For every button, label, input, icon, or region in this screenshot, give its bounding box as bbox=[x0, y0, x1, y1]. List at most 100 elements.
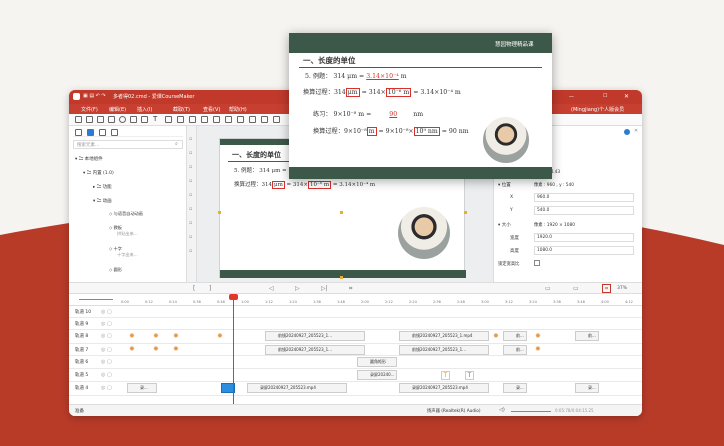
track-visibility-icon[interactable]: ◎ ▢ bbox=[101, 372, 112, 378]
library-search-box[interactable]: 搜索元素... ⌕ bbox=[73, 140, 183, 149]
tab-components-icon[interactable] bbox=[75, 129, 82, 136]
strip-icon-3[interactable]: ▫ bbox=[189, 164, 192, 170]
track5-clip[interactable]: 录屏20240... bbox=[357, 370, 397, 380]
next-frame-icon[interactable]: ▷| bbox=[321, 285, 328, 292]
track-row-5[interactable]: 轨道 5 ◎ ▢ 录屏20240... T T bbox=[69, 369, 642, 382]
tree-item-voice-anim[interactable]: ◇ 与语音自动动画 bbox=[109, 211, 143, 217]
tree-item-board[interactable]: ◇ 教板 拼贴出来... bbox=[109, 225, 138, 237]
effect-tool-icon[interactable] bbox=[237, 116, 244, 123]
info-icon[interactable] bbox=[624, 129, 630, 135]
zoom-out-icon[interactable]: ▭ bbox=[545, 285, 551, 292]
effect-sun-icon[interactable]: ✹ bbox=[129, 346, 136, 353]
effect-sun-icon[interactable]: ✹ bbox=[173, 333, 180, 340]
tree-item-function[interactable]: ▸ 🗀 功能 bbox=[93, 183, 112, 191]
menu-file[interactable]: 文件(F) bbox=[81, 106, 98, 113]
track6-clip-rect[interactable]: 圆角矩形 bbox=[357, 357, 397, 367]
play-icon[interactable]: ▷ bbox=[295, 285, 300, 292]
text-clip-icon-2[interactable]: T bbox=[465, 371, 474, 380]
bracket-right-icon[interactable]: ] bbox=[209, 285, 211, 292]
video-tool-icon[interactable] bbox=[201, 116, 208, 123]
track8-clip-2[interactable]: 前镜20240927_205523_1.mp4 bbox=[399, 331, 489, 341]
track-row-9[interactable]: 轨道 9 ◎ ▢ bbox=[69, 318, 642, 330]
panel-close-icon[interactable]: ✕ bbox=[634, 128, 638, 134]
tree-item-local[interactable]: ▾ 🗀 本地组件 bbox=[75, 155, 103, 163]
track-visibility-icon[interactable]: ◎ ▢ bbox=[101, 309, 112, 315]
text-clip-icon[interactable]: T bbox=[441, 371, 450, 380]
close-icon[interactable]: ✕ bbox=[624, 93, 629, 100]
track8-clip-3[interactable]: 前... bbox=[503, 331, 527, 341]
track-visibility-icon[interactable]: ◎ ▢ bbox=[101, 333, 112, 339]
menu-capture[interactable]: 截取(T) bbox=[173, 106, 190, 113]
effect-sun-icon[interactable]: ✹ bbox=[173, 346, 180, 353]
strip-icon-5[interactable]: ▫ bbox=[189, 192, 192, 198]
menu-view[interactable]: 查看(V) bbox=[203, 106, 220, 113]
effect-sun-icon[interactable]: ✹ bbox=[535, 333, 542, 340]
track-row-10[interactable]: 轨道 10 ◎ ▢ bbox=[69, 306, 642, 318]
playhead-line[interactable] bbox=[233, 294, 234, 404]
audio-tool-icon[interactable] bbox=[189, 116, 196, 123]
selection-handle-right[interactable] bbox=[464, 211, 467, 214]
track4-clip-1[interactable]: 录... bbox=[127, 383, 157, 393]
export-tool-icon[interactable] bbox=[261, 116, 268, 123]
share-tool-icon[interactable] bbox=[273, 116, 280, 123]
tab-effects-icon[interactable] bbox=[111, 129, 118, 136]
strip-icon-9[interactable]: ▫ bbox=[189, 248, 192, 254]
volume-icon[interactable]: ◁) bbox=[499, 407, 505, 413]
track4-clip-4[interactable]: 录... bbox=[503, 383, 527, 393]
audio-device-select[interactable]: 扬声器 (Realtek(R) Audio) bbox=[427, 408, 481, 414]
volume-slider[interactable] bbox=[511, 411, 551, 412]
camera-tool-icon[interactable] bbox=[97, 116, 104, 123]
tab-templates-icon[interactable] bbox=[99, 129, 106, 136]
tab-media-icon[interactable] bbox=[87, 129, 94, 136]
user-info[interactable]: (Mingjiang)个人版会员 bbox=[571, 106, 624, 113]
text-tool-icon[interactable]: T bbox=[153, 116, 160, 123]
table-tool-icon[interactable] bbox=[165, 116, 172, 123]
effect-sun-icon[interactable]: ✹ bbox=[129, 333, 136, 340]
selection-handle-bottom[interactable] bbox=[340, 276, 343, 279]
track-row-7[interactable]: 轨道 7 ◎ ▢ ✹ ✹ ✹ 前镜20240927_205523_1... 前镜2… bbox=[69, 344, 642, 356]
quick-toolbar-icons[interactable]: ▣ ▤ ↶ ↷ bbox=[83, 93, 106, 99]
snap-toggle-icon[interactable]: ⌗ bbox=[602, 284, 611, 293]
zoom-in-icon[interactable]: ▭ bbox=[573, 285, 579, 292]
selection-handle[interactable] bbox=[340, 211, 343, 214]
strip-icon-4[interactable]: ▫ bbox=[189, 178, 192, 184]
maximize-icon[interactable]: ☐ bbox=[603, 93, 607, 99]
track-visibility-icon[interactable]: ◎ ▢ bbox=[101, 385, 112, 391]
tree-item-circle[interactable]: ◇ 圆形 bbox=[109, 267, 122, 273]
tree-item-builtin[interactable]: ▾ 🗀 内置 (1.0) bbox=[83, 169, 114, 177]
track-row-4[interactable]: 轨道 4 ◎ ▢ 录... 录屏20240927_205523.mp4 录屏202… bbox=[69, 382, 642, 396]
strip-icon-8[interactable]: ▫ bbox=[189, 234, 192, 240]
track4-clip-5[interactable]: 录... bbox=[575, 383, 599, 393]
strip-icon-6[interactable]: ▫ bbox=[189, 206, 192, 212]
track-visibility-icon[interactable]: ◎ ▢ bbox=[101, 321, 112, 327]
effect-sun-icon[interactable]: ✹ bbox=[217, 333, 224, 340]
prev-frame-icon[interactable]: ◁ bbox=[269, 285, 274, 292]
minimize-icon[interactable]: — bbox=[569, 94, 574, 100]
bracket-left-icon[interactable]: [ bbox=[193, 285, 195, 292]
selection-handle-left[interactable] bbox=[218, 211, 221, 214]
menu-edit[interactable]: 编辑(E) bbox=[109, 106, 126, 113]
ppt-tool-icon[interactable] bbox=[213, 116, 220, 123]
height-input[interactable]: 1080.0 bbox=[534, 246, 634, 255]
menu-help[interactable]: 帮助(H) bbox=[229, 106, 247, 113]
track7-clip-1[interactable]: 前镜20240927_205523_1... bbox=[265, 345, 365, 355]
search-icon[interactable]: ⌕ bbox=[175, 141, 178, 147]
width-input[interactable]: 1920.0 bbox=[534, 233, 634, 242]
effect-sun-icon[interactable]: ✹ bbox=[493, 333, 500, 340]
effect-sun-icon[interactable]: ✹ bbox=[153, 346, 160, 353]
record-tool-icon[interactable] bbox=[119, 116, 126, 123]
shape-tool-icon[interactable] bbox=[141, 116, 148, 123]
track-row-8[interactable]: 轨道 8 ◎ ▢ ✹ ✹ ✹ ✹ 前镜20240927_205523_1... 前… bbox=[69, 330, 642, 344]
x-input[interactable]: 960.0 bbox=[534, 193, 634, 202]
track8-clip-1[interactable]: 前镜20240927_205523_1... bbox=[265, 331, 365, 341]
track4-clip-2[interactable]: 录屏20240927_205523.mp4 bbox=[247, 383, 347, 393]
playhead-handle[interactable] bbox=[229, 294, 238, 300]
annotation-tool-icon[interactable] bbox=[225, 116, 232, 123]
effect-sun-icon[interactable]: ✹ bbox=[535, 346, 542, 353]
screen-tool-icon[interactable] bbox=[108, 116, 115, 123]
track8-clip-4[interactable]: 前... bbox=[575, 331, 599, 341]
strip-icon-1[interactable]: ▫ bbox=[189, 136, 192, 142]
position-section[interactable]: ▾ 位置 bbox=[498, 182, 511, 188]
track7-clip-2[interactable]: 前镜20240927_205523_1... bbox=[399, 345, 489, 355]
chart-tool-icon[interactable] bbox=[177, 116, 184, 123]
